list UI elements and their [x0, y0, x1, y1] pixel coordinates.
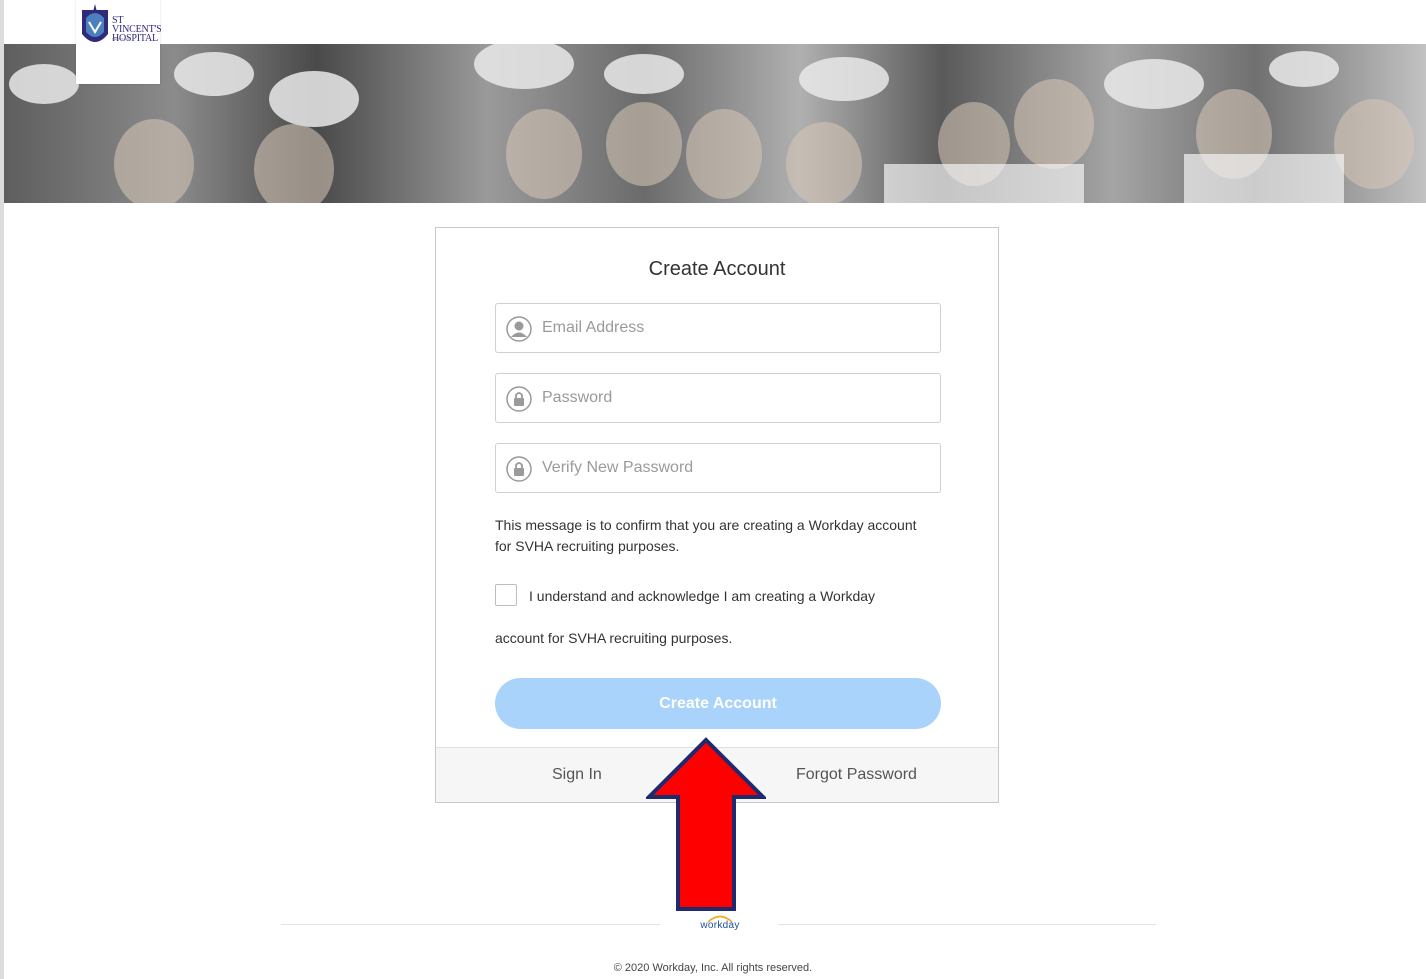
acknowledge-checkbox[interactable]	[495, 584, 517, 606]
lock-icon	[506, 456, 532, 482]
forgot-password-link[interactable]: Forgot Password	[796, 766, 917, 784]
email-field[interactable]	[495, 303, 941, 353]
card-title: Create Account	[648, 258, 786, 280]
create-account-card: Create Account This message is to confir…	[435, 227, 999, 803]
confirmation-message: This message is to confirm that you are …	[495, 517, 917, 554]
footer-divider-right	[778, 924, 1156, 925]
logo-text-line1: ST VINCENT'S	[112, 15, 162, 35]
copyright-text: © 2020 Workday, Inc. All rights reserved…	[613, 962, 813, 974]
verify-password-field[interactable]	[495, 443, 941, 493]
verify-password-input[interactable]	[542, 444, 932, 492]
sign-in-link[interactable]: Sign In	[552, 766, 602, 784]
email-input[interactable]	[542, 304, 932, 352]
acknowledge-label-line1[interactable]: I understand and acknowledge I am creati…	[529, 588, 875, 604]
password-field[interactable]	[495, 373, 941, 423]
header-banner-image	[4, 44, 1426, 203]
lock-icon	[506, 386, 532, 412]
logo-subtext: MELBOURNE	[112, 37, 132, 41]
password-input[interactable]	[542, 374, 932, 422]
acknowledge-label-line2[interactable]: account for SVHA recruiting purposes.	[495, 630, 732, 646]
footer-divider-left	[281, 924, 660, 925]
hospital-crest-icon	[82, 4, 108, 42]
create-account-button[interactable]: Create Account	[495, 678, 941, 729]
user-icon	[506, 316, 532, 342]
red-arrow-annotation-icon	[646, 737, 766, 911]
workday-logo-text: workday	[700, 920, 740, 931]
hospital-logo: ST VINCENT'S HOSPITAL MELBOURNE	[76, 0, 162, 84]
banner-photo-illustration	[9, 44, 1414, 203]
